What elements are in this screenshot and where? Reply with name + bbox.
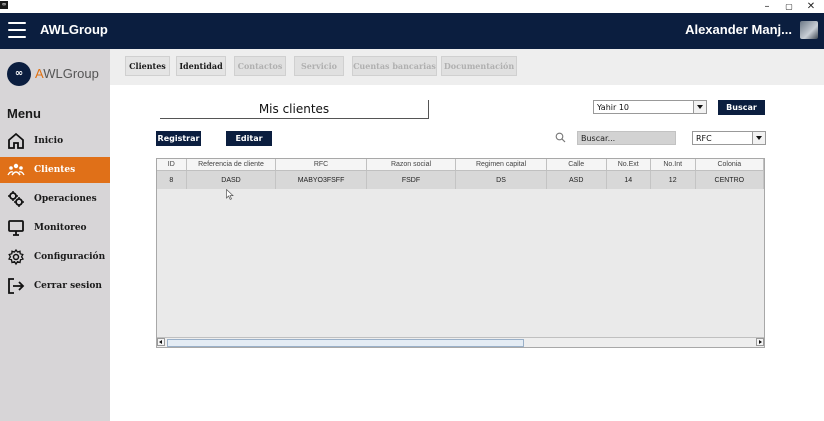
search-input[interactable]: Buscar... [577,131,676,145]
search-icon [555,132,566,143]
cell-rfc: MABYO3FSFF [275,170,367,189]
tab-cuentas-bancarias[interactable]: Cuentas bancarias [352,56,437,76]
table-header-row: ID Referencia de cliente RFC Razon socia… [157,159,764,171]
mouse-cursor-icon [226,189,234,200]
hamburger-menu-icon[interactable] [8,22,26,40]
column-header-razon-social[interactable]: Razon social [366,159,457,171]
sidebar: ∞ AWLGroup Menu Inicio Clientes Operacio… [0,49,110,421]
close-button[interactable]: ✕ [801,0,821,13]
tab-contactos[interactable]: Contactos [234,56,286,76]
company-logo: ∞ AWLGroup [7,60,99,88]
scroll-left-icon[interactable] [157,338,165,346]
column-header-rfc[interactable]: RFC [275,159,367,171]
cell-referencia: DASD [186,170,277,189]
cell-no-int: 12 [650,170,696,189]
top-bar: AWLGroup Alexander Manj... [0,13,824,49]
sidebar-item-configuracion[interactable]: Configuración [0,244,110,270]
table-row[interactable]: 8 DASD MABYO3FSFF FSDF DS ASD 14 12 CENT… [157,170,764,189]
chevron-down-icon[interactable] [693,101,706,113]
registrar-button[interactable]: Registrar [156,131,201,146]
tab-clientes[interactable]: Clientes [125,56,170,76]
brand-title: AWLGroup [40,22,108,37]
logo-infinity-icon: ∞ [7,62,31,86]
page-title: Mis clientes [160,100,429,119]
sidebar-item-clientes[interactable]: Clientes [0,157,110,183]
monitor-icon [8,220,24,236]
horizontal-scrollbar[interactable] [157,337,764,347]
user-avatar[interactable] [800,21,818,39]
chevron-down-icon[interactable] [752,132,765,144]
column-header-colonia[interactable]: Colonia [695,159,764,171]
tab-bar: Clientes Identidad Contactos Servicio Cu… [110,49,824,85]
buscar-button[interactable]: Buscar [718,100,765,115]
sidebar-item-operaciones[interactable]: Operaciones [0,186,110,212]
column-header-id[interactable]: ID [157,159,187,171]
cell-regimen-capital: DS [455,170,547,189]
column-header-no-int[interactable]: No.Int [650,159,696,171]
home-icon [8,132,24,149]
column-header-referencia[interactable]: Referencia de cliente [186,159,277,171]
scroll-thumb[interactable] [167,339,524,347]
user-name: Alexander Manj... [685,22,792,37]
sidebar-item-cerrar-sesion[interactable]: Cerrar sesion [0,273,110,299]
column-header-no-ext[interactable]: No.Ext [606,159,651,171]
cogs-icon [8,191,24,207]
cell-id: 8 [157,170,187,189]
sidebar-item-monitoreo[interactable]: Monitoreo [0,215,110,241]
filter-select[interactable]: RFC [692,131,766,145]
tab-documentacion[interactable]: Documentación [441,56,517,76]
cell-colonia: CENTRO [695,170,764,189]
sidebar-item-inicio[interactable]: Inicio [0,128,110,154]
maximize-button[interactable]: ▢ [779,0,799,13]
editar-button[interactable]: Editar [226,131,272,146]
clients-table: ID Referencia de cliente RFC Razon socia… [156,158,765,348]
gear-icon [7,248,25,266]
cell-calle: ASD [546,170,607,189]
scroll-right-icon[interactable] [756,338,764,346]
window-titlebar: ∞ – ▢ ✕ [0,0,824,13]
cell-no-ext: 14 [606,170,651,189]
tab-servicio[interactable]: Servicio [294,56,344,76]
column-header-calle[interactable]: Calle [546,159,607,171]
menu-title: Menu [7,106,41,121]
column-header-regimen-capital[interactable]: Regimen capital [455,159,547,171]
minimize-button[interactable]: – [757,0,777,13]
cell-razon-social: FSDF [366,170,457,189]
users-icon [7,163,25,176]
user-select[interactable]: Yahir 10 [593,100,707,114]
logout-icon [8,278,25,294]
tab-identidad[interactable]: Identidad [176,56,226,76]
app-icon: ∞ [0,1,8,9]
